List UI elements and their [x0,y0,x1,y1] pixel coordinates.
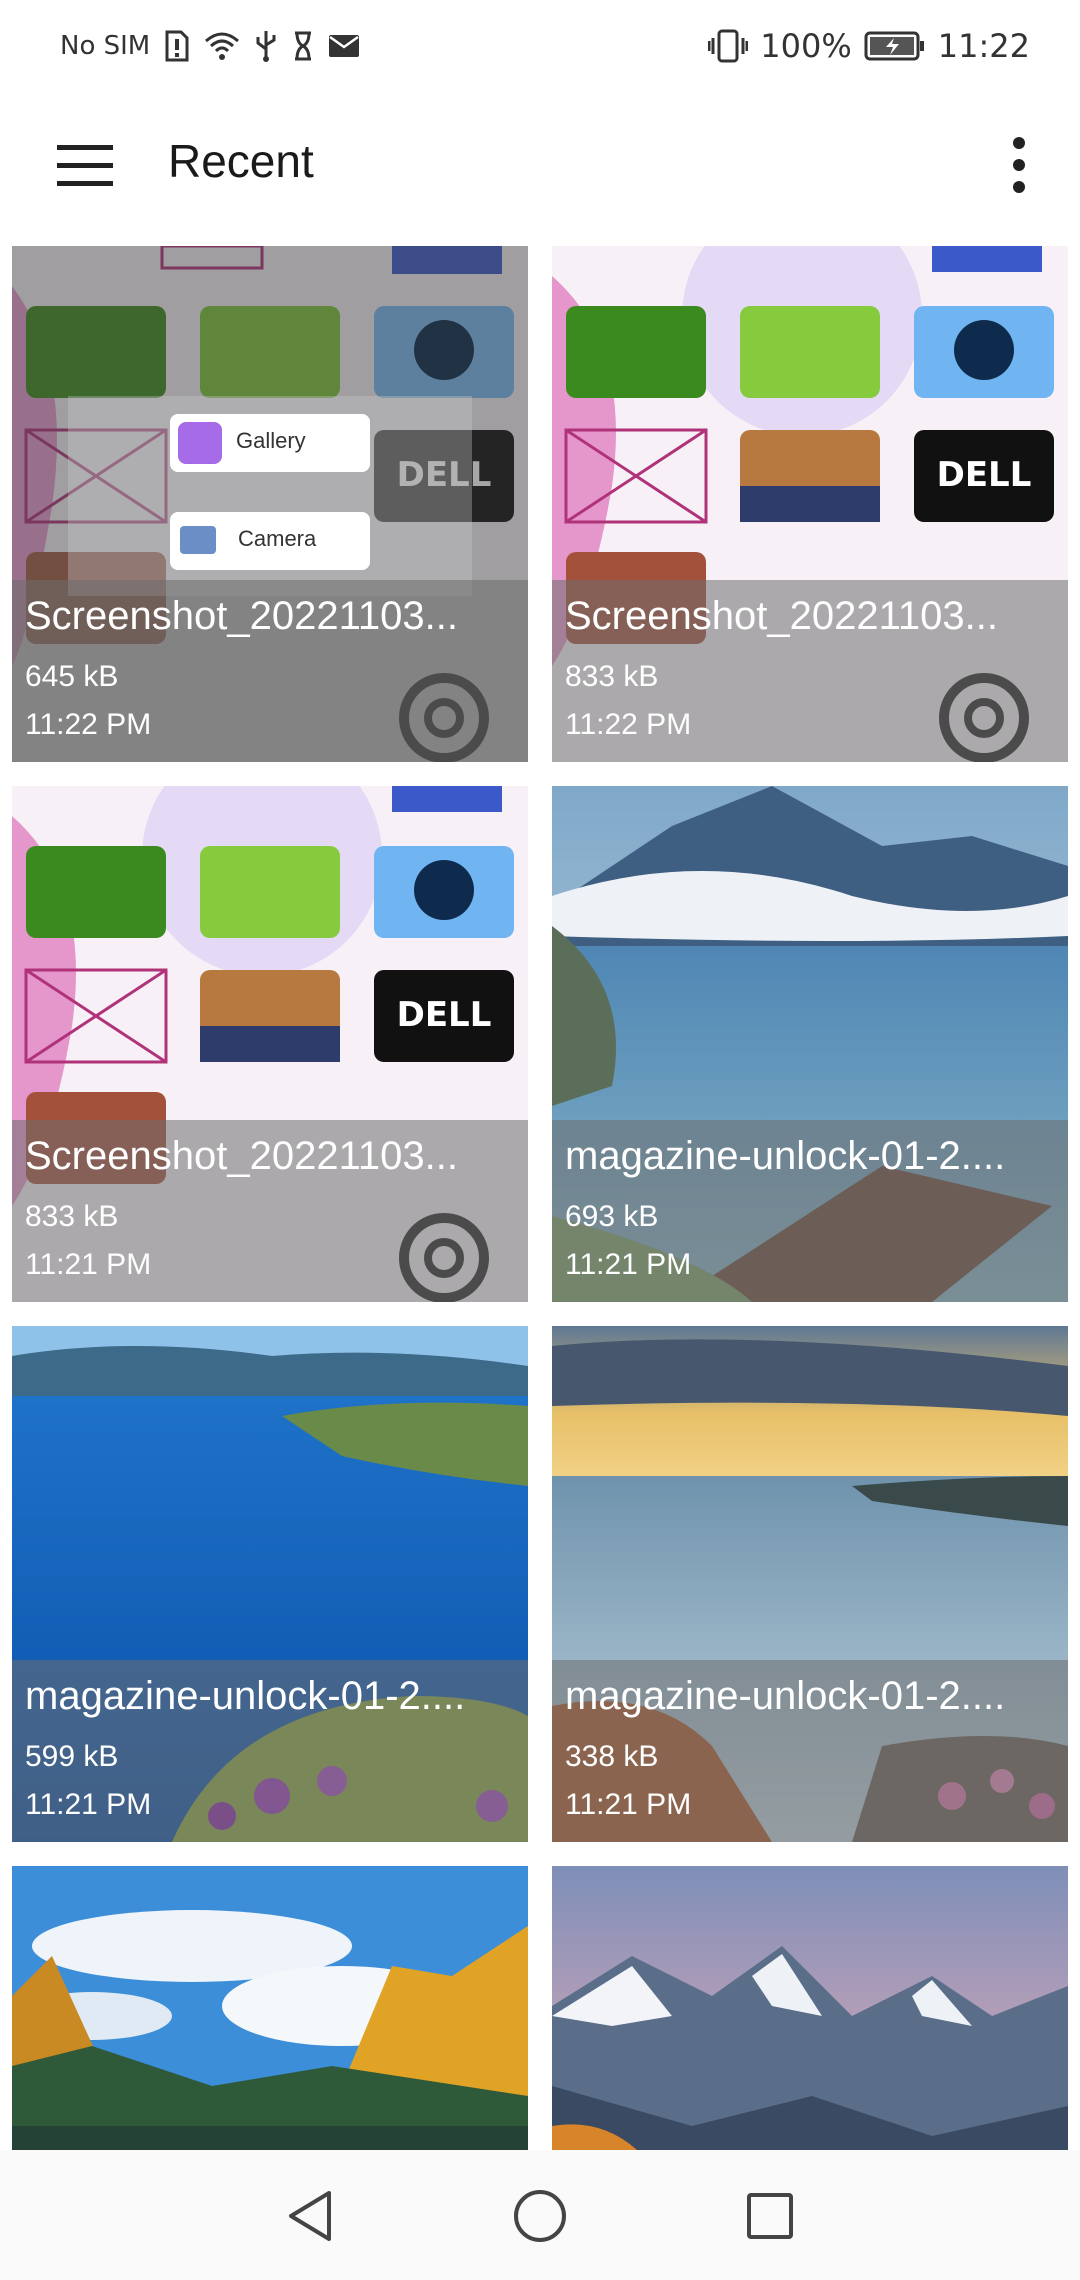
usb-icon [254,29,278,63]
file-tile[interactable]: magazine-unlock-01-2.... 599 kB 11:21 PM [12,1326,528,1842]
status-right: 100% 11:22 [708,26,1030,66]
back-button[interactable] [280,2186,340,2246]
recents-button[interactable] [740,2186,800,2246]
home-circle-icon [514,2190,566,2242]
more-options-button[interactable] [978,124,1060,206]
file-time: 11:21 PM [25,1248,152,1281]
file-info-overlay: magazine-unlock-01-2.... 599 kB 11:21 PM [12,1660,528,1842]
hamburger-menu-icon [57,145,113,186]
file-time: 11:21 PM [25,1788,152,1821]
recent-files-grid: DELL Gallery Camera Screenshot_20221103.… [0,246,1080,2150]
file-name: Screenshot_20221103... [25,1134,458,1178]
mail-icon [328,34,360,58]
file-info-overlay: magazine-unlock-01-2.... 693 kB 11:21 PM [552,1120,1068,1302]
battery-percent: 100% [760,27,852,65]
file-info-overlay: magazine-unlock-01-2.... 338 kB 11:21 PM [552,1660,1068,1842]
file-tile[interactable]: DELL Gallery Camera Screenshot_20221103.… [12,246,528,762]
file-tile[interactable]: DELL Screenshot_20221103... 833 kB 11:21… [12,786,528,1302]
dialog-camera-label: Camera [238,526,317,551]
file-tile[interactable]: magazine-unlock-01-2.... 338 kB 11:21 PM [552,1326,1068,1842]
file-name: Screenshot_20221103... [565,594,998,638]
more-vert-icon [1013,137,1025,193]
file-size: 599 kB [25,1740,119,1773]
file-time: 11:22 PM [565,708,692,741]
page-title: Recent [168,135,314,187]
file-name: magazine-unlock-01-2.... [25,1674,466,1718]
status-left: No SIM [60,26,360,66]
wifi-icon [204,31,240,61]
file-name: magazine-unlock-01-2.... [565,1134,1006,1178]
file-info-overlay: Screenshot_20221103... 645 kB 11:22 PM [12,580,528,762]
file-size: 338 kB [565,1740,659,1773]
dialog-gallery-label: Gallery [236,428,306,453]
file-time: 11:21 PM [565,1788,692,1821]
file-thumbnail [552,1866,1068,2150]
file-tile[interactable]: magazine-unlock-01-2.... 693 kB 11:21 PM [552,786,1068,1302]
svg-text:DELL: DELL [937,455,1032,495]
file-size: 833 kB [565,660,659,693]
back-triangle-icon [289,2191,331,2241]
hourglass-icon [292,31,314,61]
battery-charging-icon [864,31,926,61]
file-name: magazine-unlock-01-2.... [565,1674,1006,1718]
file-info-overlay: Screenshot_20221103... 833 kB 11:21 PM [12,1120,528,1302]
file-thumbnail [12,1866,528,2150]
system-navigation-bar [0,2150,1080,2280]
file-tile[interactable] [12,1866,528,2150]
file-size: 645 kB [25,660,119,693]
home-button[interactable] [510,2186,570,2246]
file-time: 11:22 PM [25,708,152,741]
file-tile[interactable]: DELL Screenshot_20221103... 833 kB 11:22… [552,246,1068,762]
status-bar: No SIM 100% 11:22 [0,0,1080,92]
file-size: 833 kB [25,1200,119,1233]
vibrate-icon [708,29,749,63]
recents-square-icon [747,2193,793,2239]
carrier-text: No SIM [60,31,151,61]
navigation-drawer-button[interactable] [44,124,126,206]
sim-alert-icon [164,30,190,62]
svg-text:DELL: DELL [397,995,492,1035]
clock: 11:22 [937,27,1030,65]
file-name: Screenshot_20221103... [25,594,458,638]
file-info-overlay: Screenshot_20221103... 833 kB 11:22 PM [552,580,1068,762]
file-size: 693 kB [565,1200,659,1233]
file-tile[interactable] [552,1866,1068,2150]
file-time: 11:21 PM [565,1248,692,1281]
app-bar: Recent [0,92,1080,242]
